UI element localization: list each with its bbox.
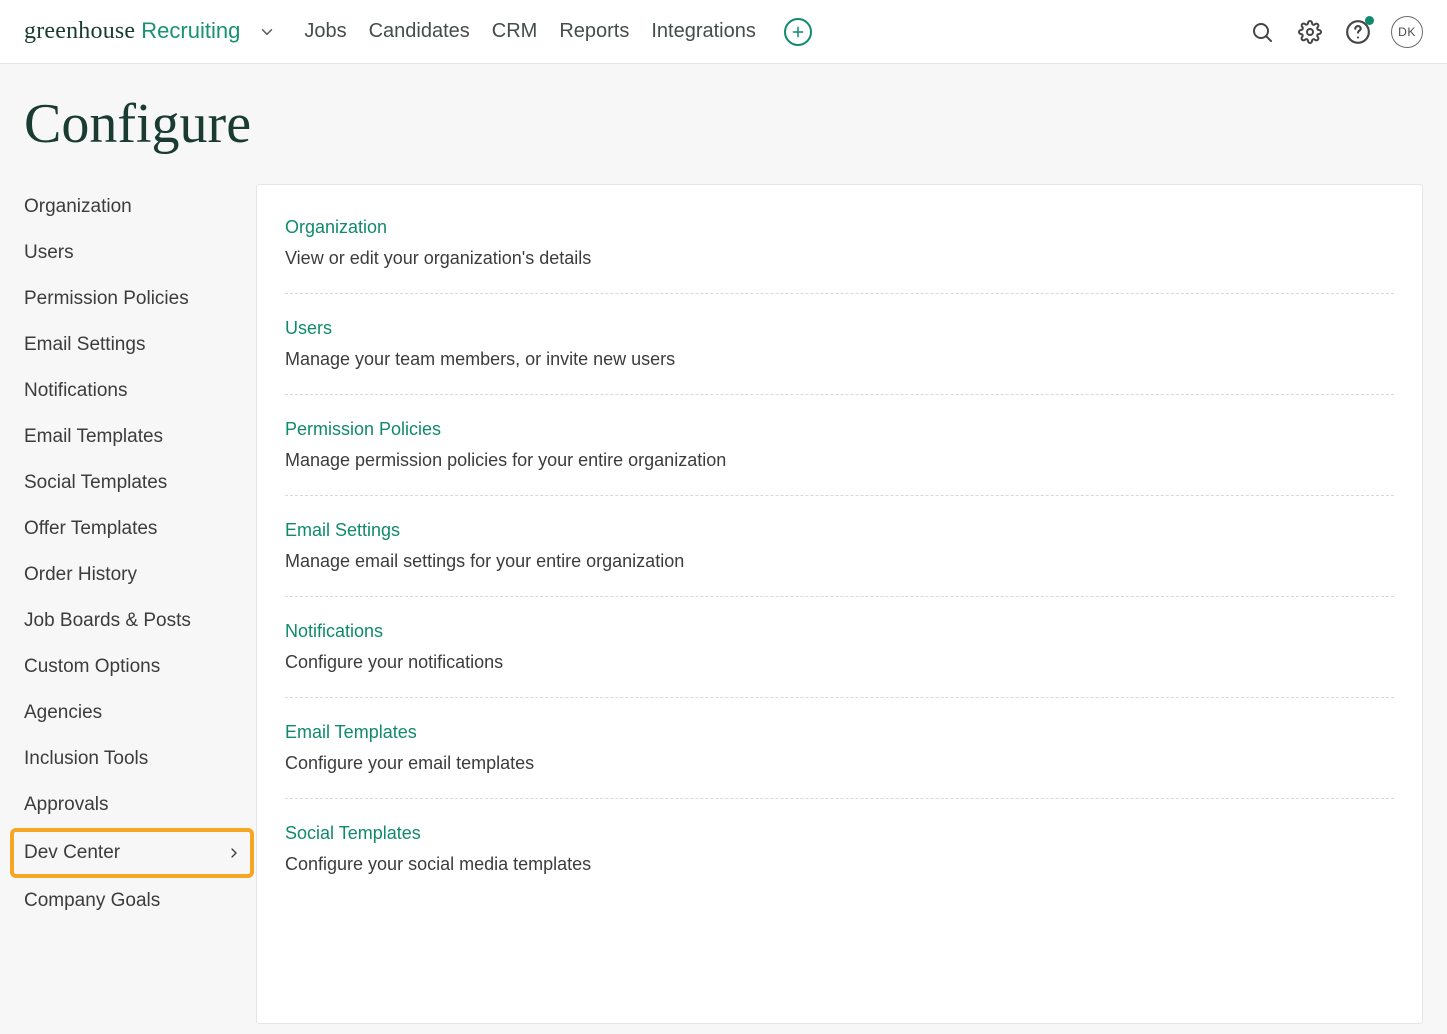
section-desc: Manage your team members, or invite new … (285, 349, 1394, 370)
section-desc: Manage email settings for your entire or… (285, 551, 1394, 572)
sidebar-item-label: Offer Templates (24, 518, 157, 540)
section-desc: View or edit your organization's details (285, 248, 1394, 269)
sidebar-item-notifications[interactable]: Notifications (24, 368, 254, 414)
search-button[interactable] (1247, 17, 1277, 47)
page-title: Configure (0, 64, 1447, 166)
topnav-right: DK (1247, 16, 1423, 48)
sidebar-item-custom-options[interactable]: Custom Options (24, 644, 254, 690)
sidebar-item-highlight: Dev Center (10, 828, 254, 878)
sidebar-item-label: Social Templates (24, 472, 167, 494)
sidebar-item-offer-templates[interactable]: Offer Templates (24, 506, 254, 552)
sidebar-item-agencies[interactable]: Agencies (24, 690, 254, 736)
section-permission-policies: Permission Policies Manage permission po… (285, 395, 1394, 496)
section-link[interactable]: Notifications (285, 621, 383, 642)
product-switcher[interactable] (258, 23, 276, 41)
section-link[interactable]: Permission Policies (285, 419, 441, 440)
chevron-down-icon (258, 23, 276, 41)
sidebar-item-permission-policies[interactable]: Permission Policies (24, 276, 254, 322)
section-desc: Configure your social media templates (285, 854, 1394, 875)
sidebar-item-label: Custom Options (24, 656, 160, 678)
sidebar-item-label: Job Boards & Posts (24, 610, 191, 632)
sidebar-item-label: Notifications (24, 380, 128, 402)
sidebar-item-organization[interactable]: Organization (24, 184, 254, 230)
sidebar-item-email-settings[interactable]: Email Settings (24, 322, 254, 368)
plus-icon (791, 25, 805, 39)
nav-jobs[interactable]: Jobs (304, 20, 346, 43)
nav-integrations[interactable]: Integrations (651, 20, 756, 43)
sidebar-item-email-templates[interactable]: Email Templates (24, 414, 254, 460)
section-desc: Configure your email templates (285, 753, 1394, 774)
section-users: Users Manage your team members, or invit… (285, 294, 1394, 395)
sidebar-item-label: Permission Policies (24, 288, 189, 310)
section-desc: Manage permission policies for your enti… (285, 450, 1394, 471)
section-link[interactable]: Organization (285, 217, 387, 238)
sidebar-item-job-boards[interactable]: Job Boards & Posts (24, 598, 254, 644)
section-desc: Configure your notifications (285, 652, 1394, 673)
chevron-right-icon (226, 845, 242, 861)
sidebar-item-label: Approvals (24, 794, 109, 816)
sidebar: Organization Users Permission Policies E… (24, 184, 254, 1024)
section-link[interactable]: Users (285, 318, 332, 339)
brand-product: Recruiting (141, 18, 240, 44)
section-email-settings: Email Settings Manage email settings for… (285, 496, 1394, 597)
sidebar-item-label: Inclusion Tools (24, 748, 148, 770)
sidebar-item-label: Company Goals (24, 890, 160, 912)
sidebar-item-label: Order History (24, 564, 137, 586)
section-organization: Organization View or edit your organizat… (285, 209, 1394, 294)
add-button[interactable] (784, 18, 812, 46)
sidebar-item-label: Users (24, 242, 74, 264)
section-social-templates: Social Templates Configure your social m… (285, 799, 1394, 899)
brand[interactable]: greenhouse Recruiting (24, 18, 240, 45)
section-link[interactable]: Social Templates (285, 823, 421, 844)
sidebar-item-users[interactable]: Users (24, 230, 254, 276)
section-email-templates: Email Templates Configure your email tem… (285, 698, 1394, 799)
sidebar-item-dev-center[interactable]: Dev Center (24, 832, 242, 874)
nav-crm[interactable]: CRM (492, 20, 538, 43)
layout: Organization Users Permission Policies E… (0, 166, 1447, 1024)
top-nav: greenhouse Recruiting Jobs Candidates CR… (0, 0, 1447, 64)
nav-links: Jobs Candidates CRM Reports Integrations (304, 20, 756, 43)
sidebar-item-approvals[interactable]: Approvals (24, 782, 254, 828)
help-button[interactable] (1343, 17, 1373, 47)
nav-reports[interactable]: Reports (559, 20, 629, 43)
sidebar-item-label: Email Settings (24, 334, 145, 356)
sidebar-item-label: Dev Center (24, 842, 120, 864)
nav-candidates[interactable]: Candidates (369, 20, 470, 43)
search-icon (1250, 20, 1274, 44)
main-panel: Organization View or edit your organizat… (256, 184, 1423, 1024)
brand-name: greenhouse (24, 18, 135, 45)
sidebar-item-order-history[interactable]: Order History (24, 552, 254, 598)
notification-dot-icon (1365, 16, 1374, 25)
sidebar-item-label: Agencies (24, 702, 102, 724)
gear-icon (1298, 20, 1322, 44)
user-avatar[interactable]: DK (1391, 16, 1423, 48)
sidebar-item-label: Organization (24, 196, 132, 218)
sidebar-item-company-goals[interactable]: Company Goals (24, 878, 254, 924)
sidebar-item-inclusion-tools[interactable]: Inclusion Tools (24, 736, 254, 782)
section-link[interactable]: Email Settings (285, 520, 400, 541)
settings-button[interactable] (1295, 17, 1325, 47)
user-initials: DK (1398, 25, 1416, 39)
page-body: Configure Organization Users Permission … (0, 64, 1447, 1034)
sidebar-item-social-templates[interactable]: Social Templates (24, 460, 254, 506)
section-link[interactable]: Email Templates (285, 722, 417, 743)
section-notifications: Notifications Configure your notificatio… (285, 597, 1394, 698)
sidebar-item-label: Email Templates (24, 426, 163, 448)
